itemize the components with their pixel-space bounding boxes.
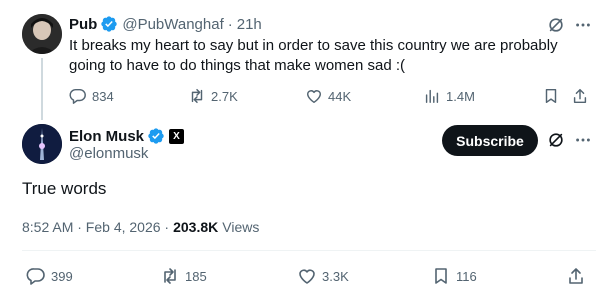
verified-icon: [100, 15, 118, 33]
reply-icon: [69, 87, 87, 105]
more-icon[interactable]: [574, 16, 592, 34]
like-count: 44K: [328, 88, 352, 104]
repost-icon: [160, 266, 180, 286]
share-icon[interactable]: [571, 87, 589, 105]
reply-icon: [26, 266, 46, 286]
separator-dot: ·: [227, 15, 233, 33]
like-icon: [297, 266, 317, 286]
reply-action-repost[interactable]: 2.7K: [188, 86, 238, 106]
thread-line: [41, 58, 43, 120]
main-handle[interactable]: @elonmusk: [69, 145, 148, 162]
reply-count: 399: [51, 268, 73, 284]
x-affiliate-badge[interactable]: X: [169, 128, 185, 144]
timestamp[interactable]: 8:52 AM · Feb 4, 2026 ·: [22, 219, 169, 235]
reply-action-reply[interactable]: 834: [69, 86, 114, 106]
grok-icon[interactable]: [547, 16, 565, 34]
bookmark-icon: [431, 266, 451, 286]
more-icon[interactable]: [574, 131, 592, 149]
reply-time[interactable]: 21h: [237, 16, 262, 33]
reply-tweet-header: Pub @PubWanghaf · 21h: [69, 14, 262, 34]
reply-tweet-text: It breaks my heart to say but in order t…: [69, 37, 558, 74]
pub-avatar[interactable]: [22, 14, 62, 54]
divider: [22, 250, 596, 251]
reply-handle[interactable]: @PubWanghaf: [122, 16, 223, 33]
reply-action-like[interactable]: 44K: [305, 86, 351, 106]
like-count: 3.3K: [322, 268, 349, 284]
repost-count: 2.7K: [211, 88, 238, 104]
views-label: Views: [222, 219, 260, 235]
bookmark-count: 116: [456, 268, 477, 284]
repost-icon: [188, 87, 206, 105]
reply-author-name[interactable]: Pub: [69, 16, 97, 33]
main-tweet-text: True words: [22, 179, 107, 198]
grok-icon[interactable]: [547, 131, 565, 149]
views-count: 203.8K: [173, 219, 219, 235]
reply-count: 834: [92, 88, 114, 104]
like-icon: [305, 87, 323, 105]
main-action-repost[interactable]: 185: [160, 265, 207, 287]
tweet-meta: 8:52 AM · Feb 4, 2026 · 203.8K Views: [22, 218, 259, 236]
main-author-name[interactable]: Elon Musk: [69, 128, 144, 145]
subscribe-button[interactable]: Subscribe: [442, 125, 538, 156]
elon-avatar[interactable]: [22, 124, 62, 164]
share-icon[interactable]: [566, 266, 586, 286]
views-icon: [423, 87, 441, 105]
main-tweet-header: Elon Musk X: [69, 126, 185, 146]
reply-action-views[interactable]: 1.4M: [423, 86, 475, 106]
repost-count: 185: [185, 268, 207, 284]
main-action-reply[interactable]: 399: [26, 265, 73, 287]
views-count: 1.4M: [446, 88, 475, 104]
main-action-like[interactable]: 3.3K: [297, 265, 349, 287]
bookmark-icon[interactable]: [542, 87, 560, 105]
verified-icon: [147, 127, 165, 145]
main-action-bookmark[interactable]: 116: [431, 265, 477, 287]
